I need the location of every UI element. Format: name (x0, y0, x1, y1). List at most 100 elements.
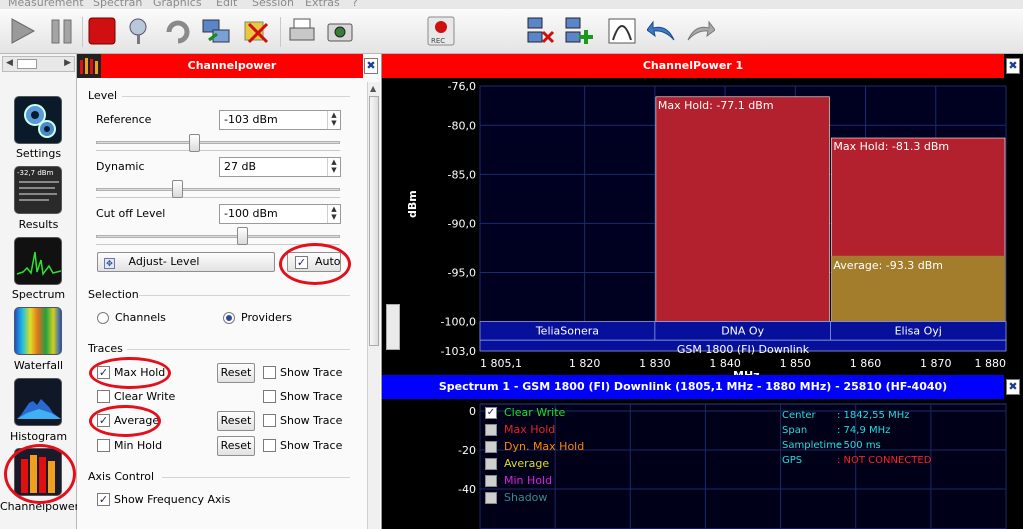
highlight-ring (279, 243, 351, 285)
channelpower-chart-panel: ChannelPower 1 ✖ TeliaSonera Max Hold: -7… (382, 54, 1023, 375)
y-tick-label: -20 (458, 444, 476, 457)
menu-help[interactable]: ? (352, 0, 358, 9)
max-hold-show-trace-label: Show Trace (280, 366, 343, 379)
arrow-left-icon[interactable]: ◀ (6, 58, 13, 68)
legend-checkbox[interactable]: ✓ (485, 407, 497, 419)
cutoff-slider-track[interactable] (96, 235, 340, 238)
add-window-icon[interactable] (562, 15, 594, 47)
refresh-icon[interactable] (162, 15, 194, 47)
cutoff-input[interactable]: -100 dBm ▲ ▼ (219, 204, 341, 224)
play-icon[interactable] (6, 15, 38, 47)
max-hold-show-trace-checkbox[interactable] (263, 366, 276, 379)
scroll-up-icon[interactable]: ▲ (370, 84, 376, 93)
providers-radio[interactable] (223, 312, 235, 324)
x-tick-label: 1 860 (850, 357, 882, 370)
print-icon[interactable] (286, 15, 318, 47)
reference-input[interactable]: -103 dBm ▲ ▼ (219, 110, 341, 130)
envelope-view-icon[interactable] (606, 15, 638, 47)
spin-arrows-icon[interactable]: ▲ ▼ (327, 111, 340, 129)
clear-write-show-trace-checkbox[interactable] (263, 390, 276, 403)
pause-icon[interactable] (46, 15, 78, 47)
reference-slider-track[interactable] (96, 141, 340, 144)
legend-checkbox[interactable] (485, 475, 497, 487)
average-show-trace-checkbox[interactable] (263, 414, 276, 427)
reference-label: Reference (96, 113, 152, 126)
y-tick-label: -100,0 (441, 316, 476, 329)
chart-scrollbar[interactable] (386, 304, 400, 350)
menu-bar: Measurement Spectran Graphics Edit Sessi… (0, 0, 1023, 9)
x-tick-label: 1 850 (780, 357, 812, 370)
remove-window-icon[interactable] (524, 15, 556, 47)
menu-extras[interactable]: Extras (305, 0, 340, 9)
clear-write-checkbox[interactable] (97, 390, 110, 403)
channels-radio[interactable] (97, 312, 109, 324)
stop-icon[interactable] (86, 15, 118, 47)
legend-checkbox[interactable] (485, 441, 497, 453)
y-tick-label: -85,0 (448, 168, 476, 181)
spin-arrows-icon[interactable]: ▲ ▼ (327, 158, 340, 176)
probe-icon[interactable] (124, 15, 156, 47)
record-button[interactable]: REC (426, 15, 456, 47)
y-axis-label: dBm (406, 190, 419, 218)
arrow-right-icon[interactable]: ▶ (64, 58, 71, 68)
adjust-level-button[interactable]: ✥ Adjust- Level (97, 252, 275, 272)
cutoff-slider-thumb[interactable] (237, 227, 249, 245)
camera-icon[interactable] (324, 15, 356, 47)
y-tick-label: -103,0 (441, 345, 476, 358)
undo-icon[interactable] (646, 15, 678, 47)
info-value: : NOT CONNECTED (837, 455, 932, 466)
disconnect-icon[interactable] (240, 15, 272, 47)
legend-checkbox[interactable] (485, 458, 497, 470)
average-show-trace-label: Show Trace (280, 414, 343, 427)
max-hold-reset-button[interactable]: Reset (217, 363, 255, 383)
dynamic-slider-thumb[interactable] (171, 180, 183, 198)
spectrum-icon (14, 237, 62, 285)
info-key: Center (782, 410, 816, 421)
panel-title: Channelpower (101, 54, 363, 78)
average-reset-button[interactable]: Reset (217, 411, 255, 431)
dynamic-slider-track[interactable] (96, 188, 340, 191)
settings-scrollbar[interactable]: ▲ (367, 82, 380, 529)
info-key: Sampletime (782, 440, 843, 451)
close-icon[interactable]: ✖ (1006, 58, 1020, 74)
close-icon[interactable]: ✖ (1006, 379, 1020, 395)
y-tick-label: -40 (458, 483, 476, 496)
close-icon[interactable]: ✖ (364, 58, 378, 74)
legend-checkbox[interactable] (485, 424, 497, 436)
x-tick-label: 1 805,1 (480, 357, 522, 370)
menu-graphics[interactable]: Graphics (153, 0, 202, 9)
y-tick-label: -90,0 (448, 217, 476, 230)
connect-device-icon[interactable] (200, 15, 232, 47)
scroll-thumb[interactable] (369, 96, 379, 346)
menu-session[interactable]: Session (252, 0, 294, 9)
show-frequency-axis-checkbox[interactable]: ✓ (97, 493, 110, 506)
group-level: Level (88, 89, 118, 102)
menu-measurement[interactable]: Measurement (8, 0, 84, 9)
nav-label-results: Results (18, 218, 59, 231)
highlight-ring (89, 357, 171, 389)
nav-scroll-bar[interactable]: ◀ ▶ (2, 56, 75, 72)
toolbar: REC (0, 9, 1023, 54)
dynamic-label: Dynamic (96, 160, 145, 173)
info-value: : 74,9 MHz (837, 425, 891, 436)
max-hold-bar (655, 96, 830, 322)
channelpower-settings-panel: Channelpower ✖ Level Reference -103 dBm … (77, 54, 382, 529)
dynamic-input[interactable]: 27 dB ▲ ▼ (219, 157, 341, 177)
min-hold-checkbox[interactable] (97, 439, 110, 452)
gears-icon (14, 96, 62, 144)
reference-slider-thumb[interactable] (188, 134, 200, 152)
provider-label: TeliaSonera (535, 325, 599, 338)
nav-label-waterfall: Waterfall (13, 359, 64, 372)
min-hold-show-trace-checkbox[interactable] (263, 439, 276, 452)
average-label: Average: -93.3 dBm (833, 259, 943, 272)
menu-spectran[interactable]: Spectran (93, 0, 142, 9)
panel-bars-icon (77, 54, 101, 78)
menu-edit[interactable]: Edit (216, 0, 237, 9)
min-hold-reset-button[interactable]: Reset (217, 436, 255, 456)
y-tick-label: -80,0 (448, 119, 476, 132)
x-tick-label: 1 820 (569, 357, 601, 370)
redo-icon[interactable] (684, 15, 716, 47)
legend-checkbox[interactable] (485, 492, 497, 504)
waterfall-icon (14, 307, 62, 355)
spin-arrows-icon[interactable]: ▲ ▼ (327, 205, 340, 223)
